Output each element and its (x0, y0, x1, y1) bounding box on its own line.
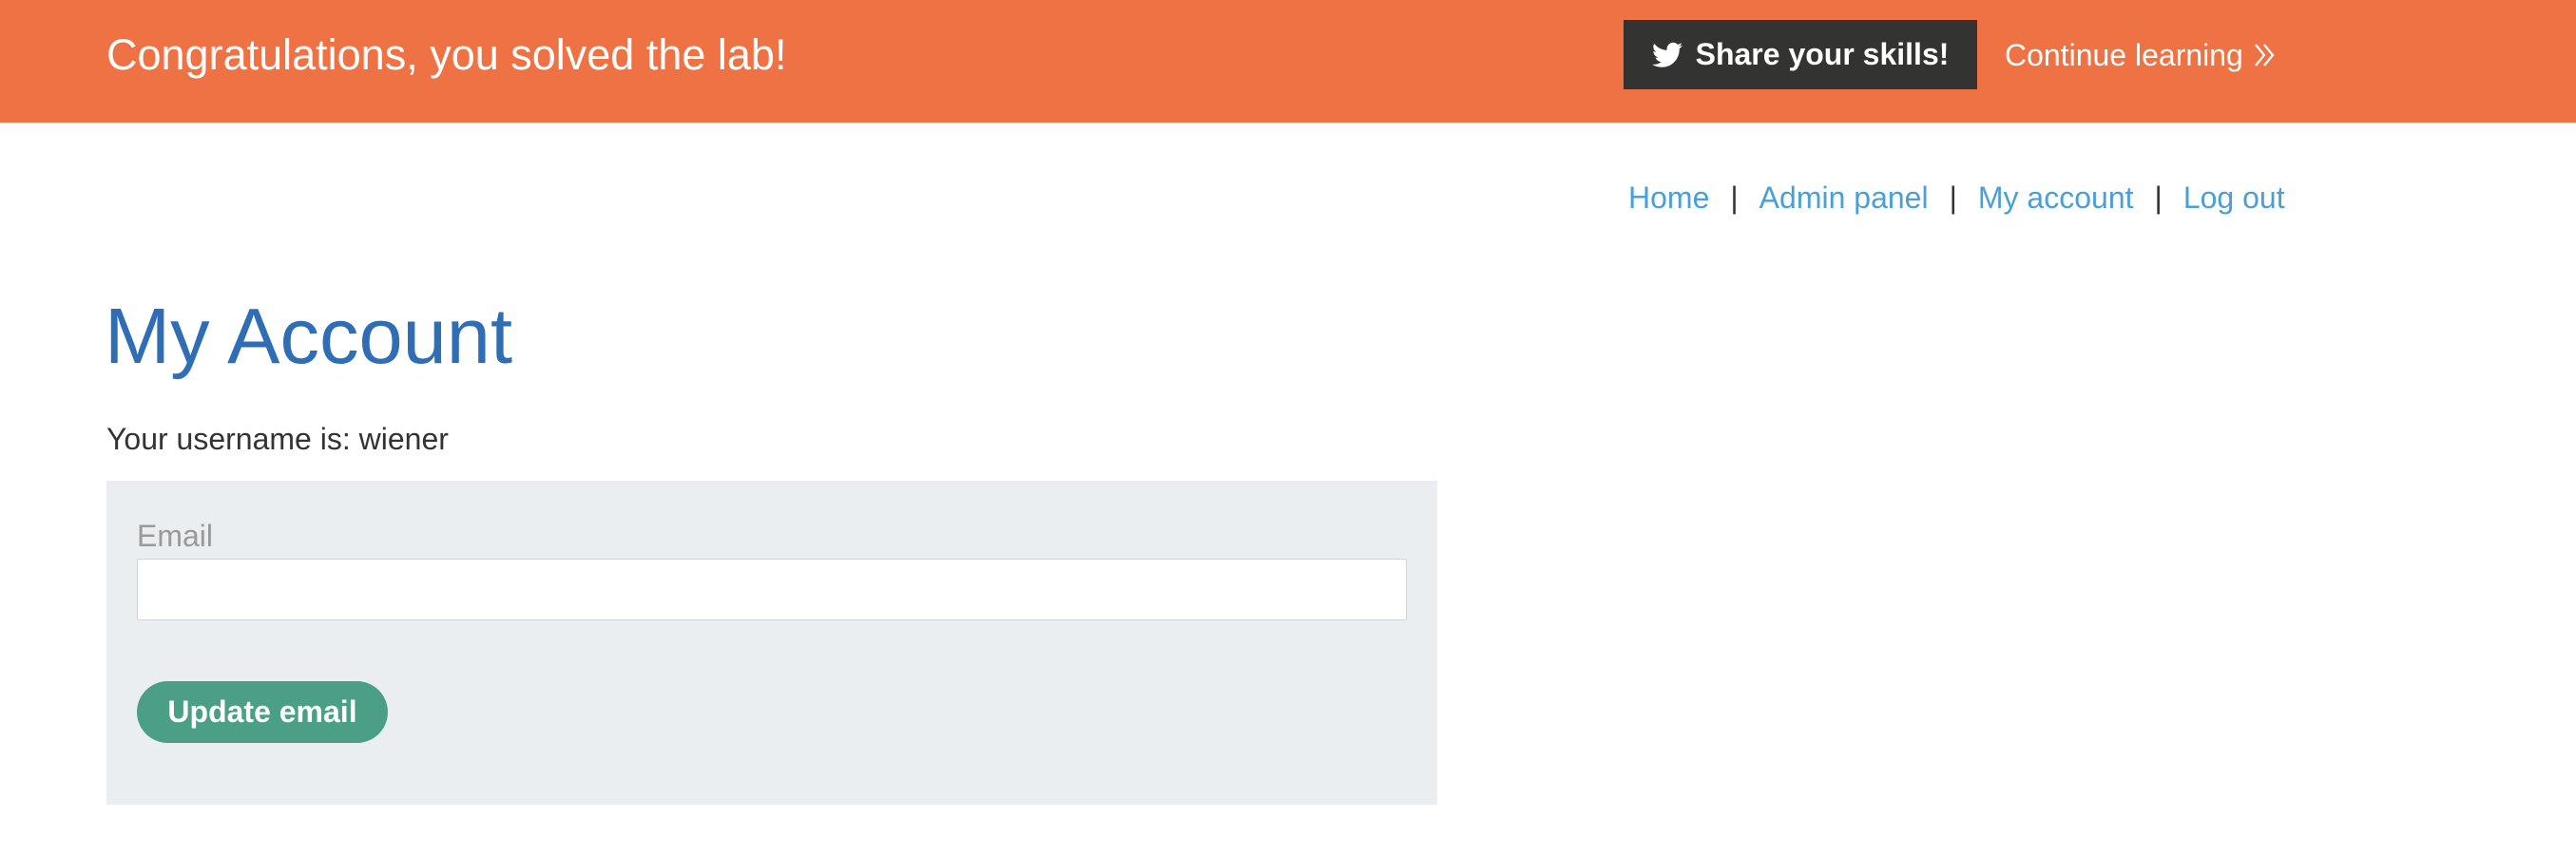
username-text: Your username is: wiener (106, 422, 449, 456)
email-input[interactable] (137, 559, 1407, 620)
nav-separator: | (1730, 180, 1739, 215)
continue-learning-label: Continue learning (2005, 37, 2243, 72)
lab-solved-banner: Congratulations, you solved the lab! Sha… (0, 0, 2576, 123)
nav-link-admin-panel[interactable]: Admin panel (1759, 181, 1929, 216)
nav-link-log-out[interactable]: Log out (2183, 181, 2285, 216)
change-email-form: Email Update email (106, 481, 1437, 805)
share-skills-button[interactable]: Share your skills! (1624, 20, 1977, 89)
page-title: My Account (105, 292, 513, 380)
share-skills-label: Share your skills! (1695, 37, 1950, 71)
double-chevron-right-icon (2253, 43, 2276, 67)
nav-separator: | (2154, 180, 2163, 215)
banner-title: Congratulations, you solved the lab! (106, 30, 787, 79)
continue-learning-link[interactable]: Continue learning (2005, 34, 2276, 76)
nav-separator: | (1949, 180, 1957, 215)
email-label: Email (137, 519, 214, 553)
update-email-button[interactable]: Update email (137, 681, 388, 743)
twitter-icon (1651, 42, 1682, 68)
top-navigation: Home | Admin panel | My account | Log ou… (1628, 177, 2285, 219)
nav-link-my-account[interactable]: My account (1978, 181, 2134, 216)
nav-link-home[interactable]: Home (1628, 181, 1709, 216)
